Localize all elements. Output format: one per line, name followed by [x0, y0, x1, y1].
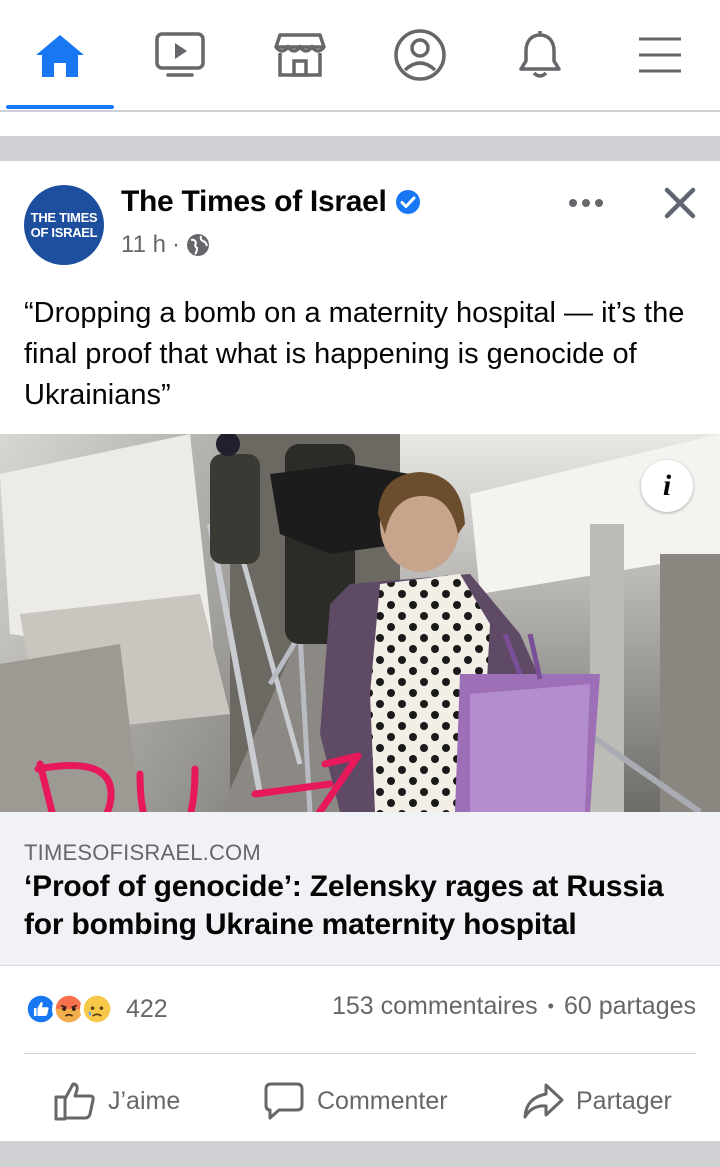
- feed-separator: [0, 136, 720, 161]
- avatar-line-1: THE TIMES: [30, 210, 98, 225]
- comment-icon: [264, 1082, 304, 1120]
- post-meta: 11 h ·: [121, 231, 210, 259]
- watch-icon: [155, 32, 205, 77]
- nav-home[interactable]: [0, 0, 120, 110]
- photo-info-button[interactable]: i: [641, 460, 693, 512]
- top-navigation: [0, 0, 720, 112]
- home-icon: [36, 35, 84, 77]
- engagement-separator: •: [547, 996, 554, 1016]
- page-name[interactable]: The Times of Israel: [121, 185, 421, 219]
- marketplace-icon: [274, 33, 326, 77]
- nav-marketplace[interactable]: [240, 0, 360, 110]
- avatar-line-2: OF ISRAEL: [30, 225, 98, 240]
- share-button[interactable]: Partager: [522, 1076, 672, 1126]
- comment-button[interactable]: Commenter: [263, 1076, 448, 1126]
- page-avatar[interactable]: THE TIMES OF ISRAEL: [24, 185, 104, 265]
- post-time[interactable]: 11 h: [121, 231, 166, 259]
- close-icon: [664, 187, 696, 219]
- nav-watch[interactable]: [120, 0, 240, 110]
- more-options-icon: [569, 199, 603, 207]
- menu-icon: [639, 37, 681, 73]
- reactions-summary[interactable]: 422: [24, 991, 168, 1027]
- actions-divider: [24, 1053, 696, 1054]
- feed-post: THE TIMES OF ISRAEL The Times of Israel …: [0, 161, 720, 1141]
- link-domain: TIMESOFISRAEL.COM: [24, 840, 261, 865]
- nav-active-indicator: [6, 105, 114, 109]
- reaction-count: 422: [126, 994, 168, 1023]
- nav-profile[interactable]: [360, 0, 480, 110]
- page-name-text: The Times of Israel: [121, 185, 387, 218]
- engagement-summary: 153 commentaires • 60 partages: [332, 992, 696, 1021]
- meta-dot: ·: [171, 231, 180, 258]
- comment-label: Commenter: [317, 1086, 448, 1115]
- verified-badge-icon: [395, 190, 420, 214]
- comments-count[interactable]: 153 commentaires: [332, 992, 538, 1021]
- post-options-button[interactable]: [562, 183, 610, 223]
- profile-icon: [394, 29, 446, 81]
- hide-post-button[interactable]: [654, 179, 706, 227]
- post-text: “Dropping a bomb on a maternity hospital…: [24, 297, 685, 411]
- thumbs-up-icon: [54, 1082, 95, 1121]
- share-label: Partager: [576, 1086, 672, 1115]
- post-photo[interactable]: i: [0, 434, 720, 812]
- photo-scene: [0, 434, 720, 812]
- shares-count[interactable]: 60 partages: [564, 992, 696, 1021]
- feed-separator-bottom: [0, 1141, 720, 1167]
- like-label: J’aime: [108, 1086, 181, 1115]
- share-icon: [523, 1083, 564, 1119]
- globe-icon: [186, 234, 209, 256]
- link-title: ‘Proof of genocide’: Zelensky rages at R…: [24, 870, 664, 941]
- notifications-icon: [519, 31, 561, 78]
- nav-menu[interactable]: [600, 0, 720, 110]
- like-button[interactable]: J’aime: [54, 1076, 180, 1126]
- nav-notifications[interactable]: [480, 0, 600, 110]
- link-preview[interactable]: TIMESOFISRAEL.COM ‘Proof of genocide’: Z…: [0, 812, 720, 966]
- sad-reaction-icon: [80, 992, 114, 1026]
- reaction-icons: [24, 992, 114, 1026]
